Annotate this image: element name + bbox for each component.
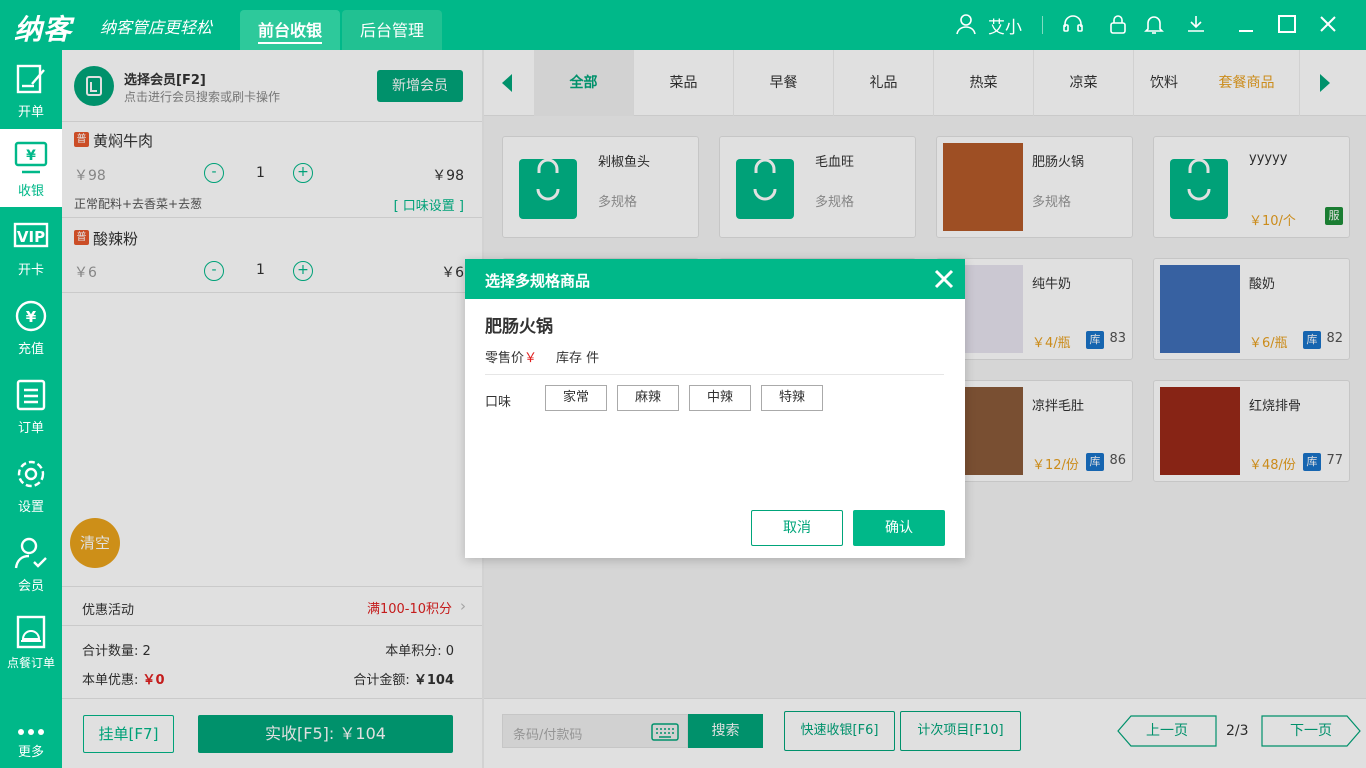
headset-icon[interactable] bbox=[1062, 13, 1084, 35]
confirm-button[interactable]: 确认 bbox=[853, 510, 945, 546]
app-logo: 纳客 bbox=[14, 13, 73, 46]
sidebar-item-members[interactable]: 会员 bbox=[0, 524, 62, 602]
recharge-icon: ¥ bbox=[15, 300, 47, 332]
sidebar-item-open-card[interactable]: VIP 开卡 bbox=[0, 208, 62, 286]
divider bbox=[485, 374, 944, 375]
sidebar: 开单 ¥ 收银 VIP 开卡 ¥ 充值 订单 设置 会员 点餐订单 更多 bbox=[0, 50, 62, 768]
sidebar-item-recharge[interactable]: ¥ 充值 bbox=[0, 287, 62, 365]
gear-icon bbox=[17, 460, 45, 488]
flavor-option[interactable]: 家常 bbox=[545, 385, 607, 411]
sidebar-item-orders[interactable]: 订单 bbox=[0, 366, 62, 444]
svg-text:¥: ¥ bbox=[26, 148, 36, 164]
close-icon[interactable] bbox=[932, 267, 956, 291]
lock-icon[interactable] bbox=[1107, 13, 1129, 35]
close-icon[interactable] bbox=[1317, 13, 1339, 35]
minimize-icon[interactable] bbox=[1235, 13, 1257, 35]
svg-text:¥: ¥ bbox=[26, 308, 37, 326]
sidebar-item-open-order[interactable]: 开单 bbox=[0, 50, 62, 128]
dining-icon bbox=[16, 615, 46, 649]
sidebar-item-cashier[interactable]: ¥ 收银 bbox=[0, 129, 62, 207]
tab-back-office[interactable]: 后台管理 bbox=[342, 10, 442, 50]
flavor-option[interactable]: 中辣 bbox=[689, 385, 751, 411]
dialog-header: 选择多规格商品 bbox=[465, 259, 965, 299]
maximize-icon[interactable] bbox=[1276, 13, 1298, 35]
order-icon bbox=[16, 379, 46, 411]
svg-text:VIP: VIP bbox=[17, 228, 45, 246]
username[interactable]: 艾小 bbox=[988, 13, 1022, 38]
top-bar: 纳客 纳客管店更轻松 前台收银 后台管理 艾小 bbox=[0, 0, 1366, 50]
bell-icon[interactable] bbox=[1143, 13, 1165, 35]
flavor-option[interactable]: 麻辣 bbox=[617, 385, 679, 411]
sidebar-item-more[interactable]: 更多 bbox=[0, 690, 62, 768]
dialog-title: 选择多规格商品 bbox=[485, 272, 591, 290]
vip-icon: VIP bbox=[13, 222, 49, 248]
retail-price: 零售价￥ bbox=[485, 351, 538, 366]
cashier-icon: ¥ bbox=[14, 141, 48, 174]
sidebar-item-dining-orders[interactable]: 点餐订单 bbox=[0, 603, 62, 681]
cancel-button[interactable]: 取消 bbox=[751, 510, 843, 546]
download-icon[interactable] bbox=[1185, 13, 1207, 35]
member-icon bbox=[14, 537, 47, 569]
edit-icon bbox=[16, 64, 45, 94]
flavor-label: 口味 bbox=[485, 395, 512, 410]
divider bbox=[1042, 16, 1043, 34]
more-icon bbox=[18, 729, 44, 735]
tab-front-cashier[interactable]: 前台收银 bbox=[240, 10, 340, 50]
dialog-product-name: 肥肠火锅 bbox=[485, 317, 553, 337]
multi-spec-dialog: 选择多规格商品 肥肠火锅 零售价￥ 库存 件 口味 家常 麻辣 中辣 特辣 取消… bbox=[465, 259, 965, 558]
user-icon[interactable] bbox=[955, 13, 977, 35]
app-slogan: 纳客管店更轻松 bbox=[100, 18, 213, 37]
stock-info: 库存 件 bbox=[556, 351, 600, 366]
sidebar-item-settings[interactable]: 设置 bbox=[0, 445, 62, 523]
flavor-option[interactable]: 特辣 bbox=[761, 385, 823, 411]
